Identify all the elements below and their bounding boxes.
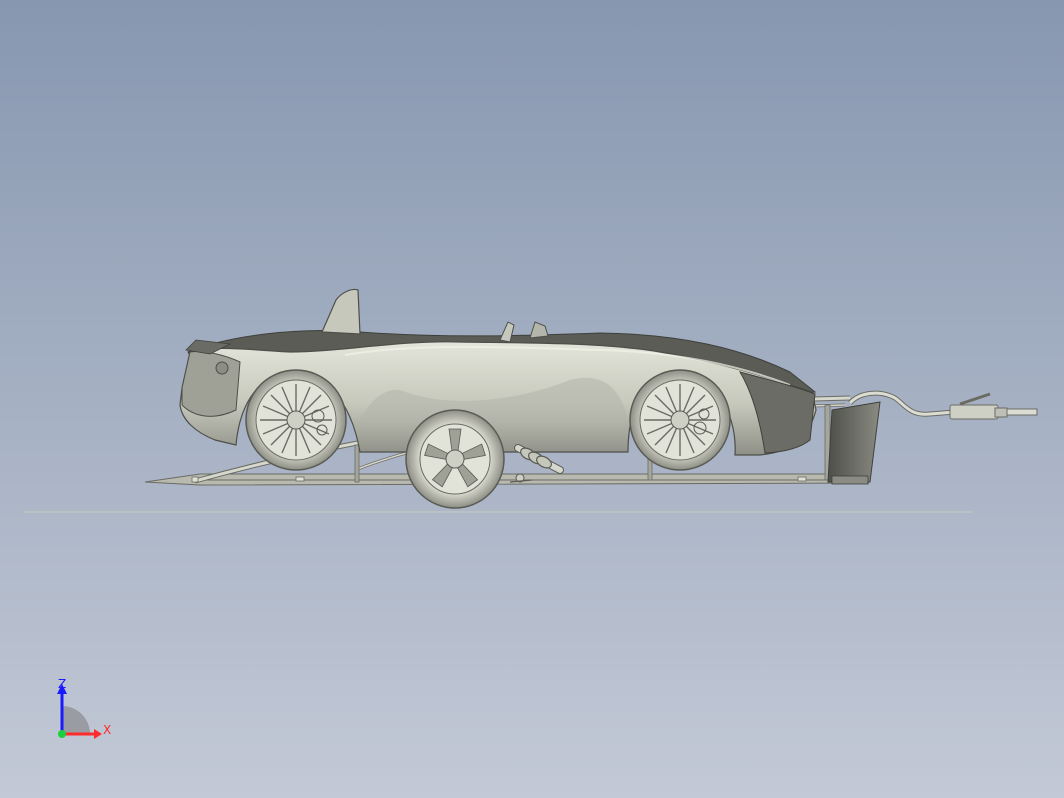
x-axis-label: X [103, 723, 112, 737]
3d-viewport[interactable]: Z X [0, 0, 1064, 798]
axis-triad-graphic [57, 684, 102, 739]
axis-triad: Z X [40, 670, 130, 760]
car-trailer-model[interactable] [0, 0, 1064, 798]
trailer-wheel [405, 409, 505, 509]
z-axis-label: Z [58, 677, 67, 691]
car-front-wheel [629, 369, 731, 471]
car-rear-wheel [245, 369, 347, 471]
